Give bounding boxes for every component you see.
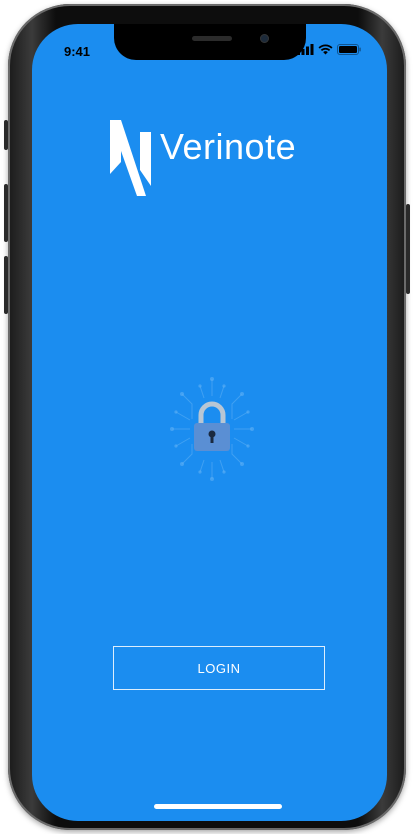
front-camera	[260, 34, 269, 43]
notch	[114, 24, 306, 60]
battery-icon	[337, 44, 361, 55]
signal-icon	[297, 44, 314, 55]
speaker	[192, 36, 232, 41]
app-screen: 9:41 Verinote LOGIN	[32, 24, 387, 821]
home-indicator[interactable]	[154, 804, 282, 809]
lock-icon	[194, 401, 230, 451]
status-icons	[297, 44, 361, 55]
side-button-volume-down	[4, 256, 8, 314]
lock-emblem	[162, 374, 262, 484]
logo-mark-icon	[110, 120, 151, 196]
side-button-volume-up	[4, 184, 8, 242]
side-button-mute	[4, 120, 8, 150]
status-time: 9:41	[64, 44, 91, 59]
brand-logo: Verinote	[106, 112, 296, 196]
wifi-icon	[318, 44, 333, 55]
login-button[interactable]: LOGIN	[113, 646, 325, 690]
side-button-power	[406, 204, 410, 294]
brand-name: Verinote	[160, 126, 297, 167]
